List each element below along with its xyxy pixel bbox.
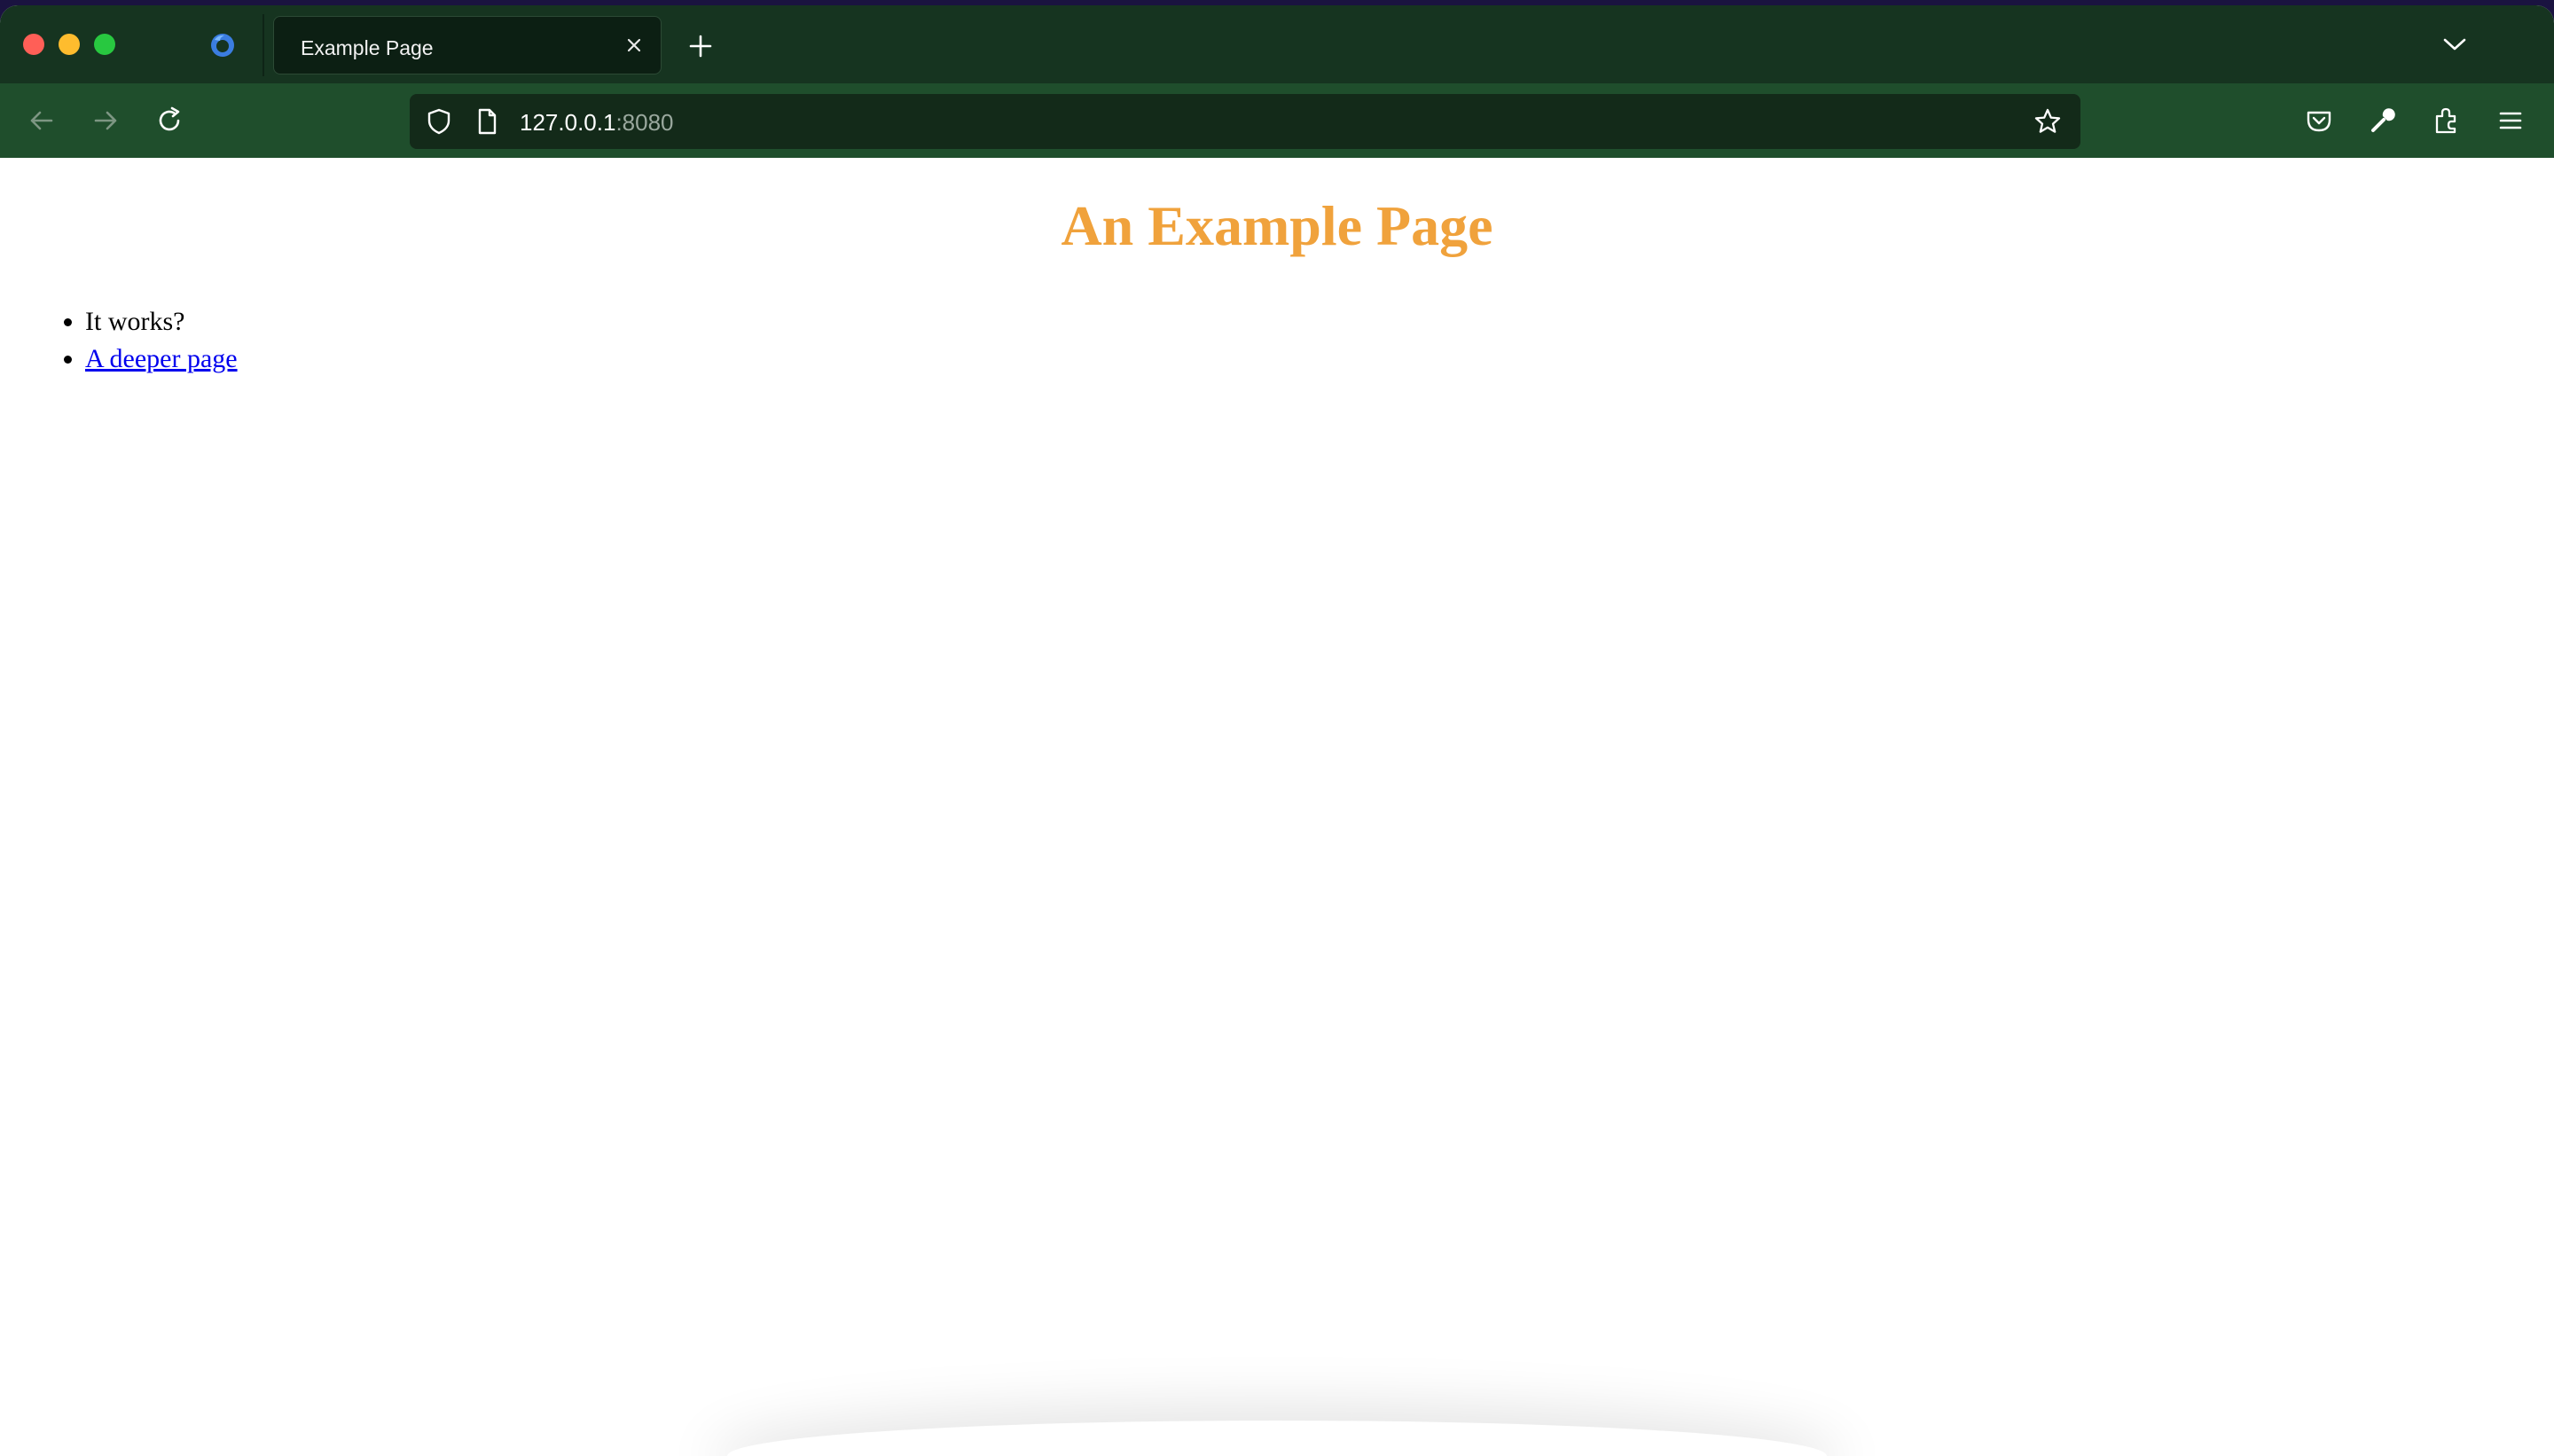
star-icon[interactable]: [2033, 106, 2063, 137]
url-bar[interactable]: 127.0.0.1:8080: [410, 94, 2080, 149]
puzzle-icon[interactable]: [2432, 106, 2462, 136]
tab-title: Example Page: [301, 36, 434, 59]
list-item-text: It works?: [85, 307, 185, 336]
list-item: A deeper page: [85, 341, 238, 378]
window-close-button[interactable]: [23, 34, 44, 55]
page-content: An Example Page It works? A deeper page: [0, 158, 2554, 1456]
tab-strip: Example Page: [0, 5, 2554, 83]
item-list: It works? A deeper page: [0, 303, 238, 378]
url-host: 127.0.0.1: [520, 109, 616, 136]
back-arrow-icon[interactable]: [27, 106, 57, 136]
deeper-page-link[interactable]: A deeper page: [85, 344, 238, 373]
bottom-shadow: [727, 1421, 1827, 1456]
list-item: It works?: [85, 303, 238, 341]
reload-icon[interactable]: [154, 106, 184, 136]
forward-arrow-icon[interactable]: [90, 106, 121, 136]
chevron-down-icon[interactable]: [2442, 35, 2467, 53]
hamburger-menu-icon[interactable]: [2495, 106, 2526, 136]
browser-window: Example Page 127.0.0.1:8080 An Example P…: [0, 5, 2554, 1456]
wrench-icon[interactable]: [2368, 106, 2398, 136]
screen: Example Page 127.0.0.1:8080 An Example P…: [0, 0, 2554, 1456]
plus-icon[interactable]: [688, 34, 713, 59]
shield-icon[interactable]: [424, 106, 454, 137]
url-port: :8080: [615, 109, 674, 136]
tab-divider: [262, 14, 264, 76]
window-maximize-button[interactable]: [94, 34, 115, 55]
pocket-icon[interactable]: [2304, 106, 2334, 136]
page-title: An Example Page: [1061, 194, 1493, 257]
url-text[interactable]: 127.0.0.1:8080: [520, 109, 674, 137]
firefox-logo-icon[interactable]: [209, 32, 236, 59]
nav-toolbar: 127.0.0.1:8080: [0, 83, 2554, 158]
tab-example-page[interactable]: Example Page: [273, 16, 662, 74]
page-icon[interactable]: [472, 106, 502, 137]
window-minimize-button[interactable]: [59, 34, 80, 55]
close-icon[interactable]: [623, 35, 645, 56]
